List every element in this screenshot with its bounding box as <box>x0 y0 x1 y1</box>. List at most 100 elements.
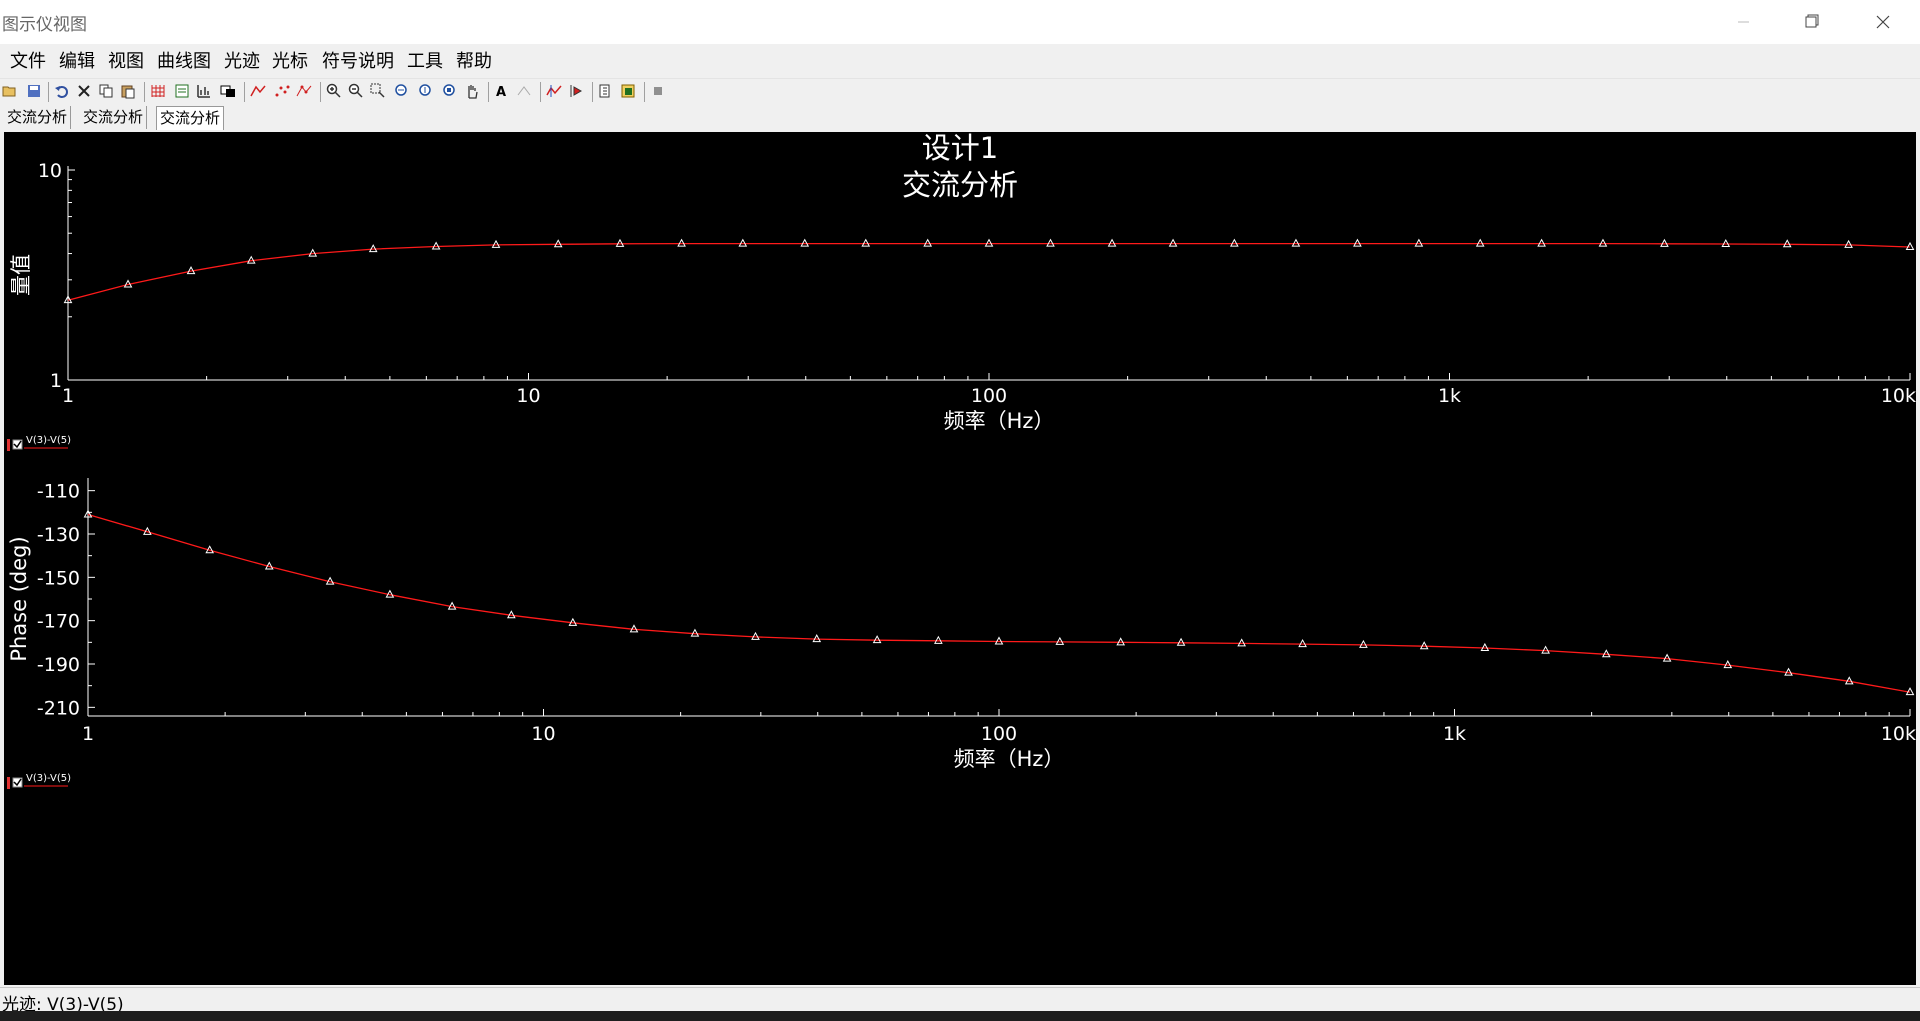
legend-marker <box>7 777 10 789</box>
open-icon[interactable] <box>2 83 18 99</box>
menu-cursor[interactable]: 光标 <box>272 51 308 73</box>
grapher-plot-area[interactable]: 设计1 交流分析 1 10 100 1k 10k 1 10 频率（Hz） 量值 V(3)-V(5)… <box>4 131 1916 985</box>
data-point <box>923 238 933 247</box>
paste-icon[interactable] <box>120 83 136 99</box>
y-tick-label: -150 <box>37 567 80 589</box>
data-point <box>1291 238 1301 247</box>
x-tick-label: 1 <box>62 385 74 407</box>
restore-button[interactable] <box>1782 0 1840 44</box>
toolbar-separator <box>244 82 245 102</box>
data-point <box>1419 641 1429 650</box>
menu-edit[interactable]: 编辑 <box>59 51 95 73</box>
zoom-y-icon[interactable] <box>418 83 434 99</box>
data-point <box>1414 238 1424 247</box>
zoom-in-icon[interactable] <box>326 83 342 99</box>
grid-icon[interactable] <box>150 83 166 99</box>
menu-trace[interactable]: 光迹 <box>224 51 260 73</box>
line-trace-icon[interactable] <box>250 83 266 99</box>
y-tick-label: -210 <box>37 697 80 719</box>
export-icon[interactable] <box>598 83 614 99</box>
magnitude-chart: 1 10 100 1k 10k 1 10 频率（Hz） 量值 V(3)-V(5) <box>7 160 1916 451</box>
menu-graph[interactable]: 曲线图 <box>157 51 211 73</box>
zoom-out-icon[interactable] <box>348 83 364 99</box>
data-point <box>1168 238 1178 247</box>
toolbar-separator <box>644 82 645 102</box>
pan-icon[interactable] <box>464 83 480 99</box>
data-point <box>1229 238 1239 247</box>
x-tick-label: 100 <box>971 385 1007 407</box>
tab-ac-analysis-1[interactable]: 交流分析 <box>4 106 72 129</box>
export-excel-icon[interactable] <box>620 83 636 99</box>
menu-file[interactable]: 文件 <box>10 51 46 73</box>
legend-icon[interactable] <box>174 83 190 99</box>
close-button[interactable] <box>1854 0 1912 44</box>
data-point <box>1046 238 1055 247</box>
menu-tools[interactable]: 工具 <box>407 51 443 73</box>
data-point <box>934 635 943 644</box>
point-trace-icon[interactable] <box>274 83 290 99</box>
data-point <box>1176 637 1186 646</box>
toolbar-separator <box>320 82 321 102</box>
text-icon[interactable]: A <box>494 83 510 99</box>
zoom-x-icon[interactable] <box>394 83 410 99</box>
data-point <box>677 238 686 247</box>
zoom-full-icon[interactable] <box>442 83 458 99</box>
stop-icon[interactable] <box>650 83 666 99</box>
x-tick-label: 1 <box>82 723 94 745</box>
menu-help[interactable]: 帮助 <box>456 51 492 73</box>
y-axis-title: 量值 <box>9 254 33 296</box>
data-point <box>1055 636 1065 645</box>
data-point <box>861 238 871 247</box>
toolbar-separator <box>488 82 489 102</box>
y-tick-label: -190 <box>37 654 80 676</box>
cursor-to-next-icon[interactable] <box>568 83 584 99</box>
tab-ac-analysis-3[interactable]: 交流分析 <box>156 106 225 130</box>
toolbar-separator <box>540 82 541 102</box>
restore-icon <box>1805 14 1819 28</box>
window-title: 图示仪视图 <box>2 15 87 35</box>
menu-view[interactable]: 视图 <box>108 51 144 73</box>
cursor-icon[interactable] <box>546 83 562 99</box>
title-bar: 图示仪视图 <box>0 0 1920 44</box>
plot-frame-edge <box>1916 132 1920 985</box>
undo-icon[interactable] <box>54 83 70 99</box>
minimize-icon <box>1738 21 1749 23</box>
close-icon <box>1876 15 1890 29</box>
data-point <box>800 238 810 247</box>
x-tick-label: 10 <box>516 385 540 407</box>
y-axis-title: Phase (deg) <box>7 536 31 661</box>
data-point <box>1116 637 1126 646</box>
x-tick-label: 100 <box>981 723 1017 745</box>
data-point <box>1905 241 1915 250</box>
data-point <box>1721 238 1731 248</box>
y-tick-label: 10 <box>38 160 62 182</box>
data-point <box>738 238 748 247</box>
menu-legend[interactable]: 符号说明 <box>322 51 394 73</box>
data-point <box>1782 239 1792 248</box>
plot-canvas[interactable]: 设计1 交流分析 1 10 100 1k 10k 1 10 频率（Hz） 量值 V(3)-V(5)… <box>4 131 1916 985</box>
data-point <box>994 636 1004 645</box>
marker-trace-icon[interactable] <box>296 83 312 99</box>
chart-icon[interactable] <box>196 83 212 99</box>
minimize-button[interactable] <box>1714 0 1772 44</box>
x-axis-title: 频率（Hz） <box>954 747 1065 771</box>
series-line <box>87 513 1911 693</box>
data-point <box>1475 238 1485 247</box>
zoom-area-icon[interactable] <box>370 83 386 99</box>
tab-ac-analysis-2[interactable]: 交流分析 <box>80 106 148 129</box>
overlay-icon[interactable] <box>220 83 236 99</box>
data-point <box>1598 238 1608 247</box>
legend-label: V(3)-V(5) <box>26 435 71 446</box>
menu-bar: 文件 编辑 视图 曲线图 光迹 光标 符号说明 工具 帮助 <box>0 46 1920 76</box>
data-point <box>1237 638 1247 647</box>
x-axis-title: 频率（Hz） <box>944 409 1055 433</box>
delete-icon[interactable] <box>76 83 92 99</box>
copy-icon[interactable] <box>98 83 114 99</box>
data-point <box>872 635 882 644</box>
data-point <box>1480 642 1490 651</box>
data-point <box>615 238 625 247</box>
cursor-label-icon[interactable] <box>516 83 532 99</box>
save-icon[interactable] <box>26 83 42 99</box>
legend-marker <box>7 439 10 451</box>
taskbar-strip <box>0 1011 1920 1021</box>
